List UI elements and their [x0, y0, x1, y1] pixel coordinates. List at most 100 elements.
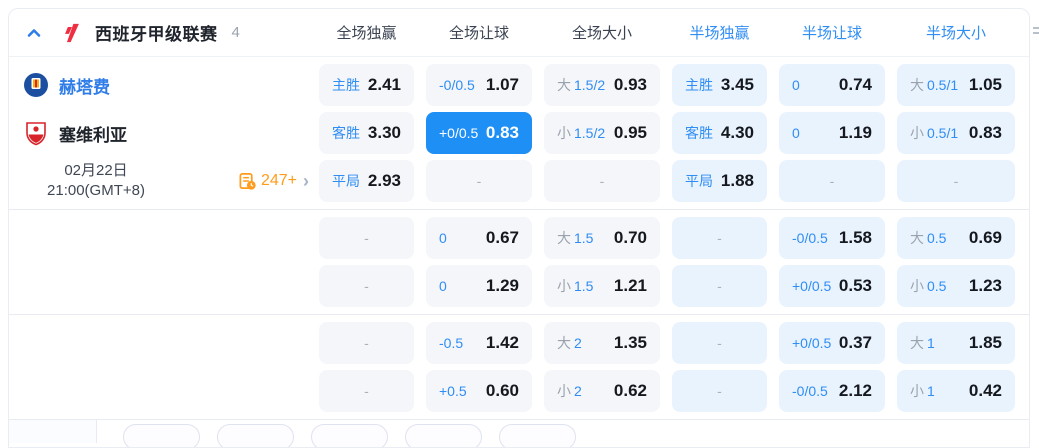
- home-team-row[interactable]: 赫塔费: [9, 64, 319, 106]
- odds-cell[interactable]: -: [672, 217, 767, 259]
- away-team-row[interactable]: 塞维利亚: [9, 112, 319, 154]
- odds-selection-label: 0.5/1: [927, 77, 959, 93]
- odds-section-alt2: - -0.5 1.42 大 2 1.35- +0/0.5 0.37 大 1 1.85- +0.5 0.6…: [9, 314, 1029, 419]
- odds-cell[interactable]: 大 1.5/2 0.93: [544, 64, 660, 106]
- odds-selection-label: -0.5: [439, 335, 464, 351]
- odds-cell[interactable]: 主胜 3.45: [672, 64, 767, 106]
- column-header-2[interactable]: 全场大小: [544, 22, 660, 43]
- odds-cell[interactable]: +0/0.5 0.53: [779, 265, 885, 307]
- odds-cell[interactable]: 小 1.5 1.21: [544, 265, 660, 307]
- odds-value: 1.58: [838, 228, 872, 247]
- odds-value: 1.29: [485, 276, 519, 295]
- market-tab-chip[interactable]: [217, 424, 294, 447]
- odds-selection-label: -0/0.5: [439, 77, 475, 93]
- odds-cell[interactable]: 小 1.5/2 0.95: [544, 112, 660, 154]
- odds-cell[interactable]: 客胜 3.30: [319, 112, 414, 154]
- market-tab-chip[interactable]: [499, 424, 576, 447]
- odds-value: 3.45: [720, 75, 754, 94]
- odds-cell[interactable]: 平局 2.93: [319, 160, 414, 202]
- odds-cell[interactable]: 大 0.5/1 1.05: [897, 64, 1015, 106]
- empty-odds-dash: -: [829, 173, 835, 189]
- odds-cell[interactable]: 小 0.5/1 0.83: [897, 112, 1015, 154]
- odds-cell[interactable]: 0 0.74: [779, 64, 885, 106]
- market-tab-chip[interactable]: [311, 424, 388, 447]
- odds-selection-label: 平局: [332, 173, 360, 189]
- odds-cell[interactable]: -: [544, 160, 660, 202]
- column-header-3[interactable]: 半场独赢: [672, 22, 767, 43]
- odds-cell[interactable]: -0/0.5 1.58: [779, 217, 885, 259]
- odds-selection-label: 0.5/1: [927, 125, 959, 141]
- odds-cell[interactable]: 大 1 1.85: [897, 322, 1015, 364]
- odds-selection-label: 1: [927, 383, 935, 399]
- handicap-prefix-label: 大: [557, 335, 571, 351]
- collapse-chevron-up-icon[interactable]: [25, 24, 43, 42]
- odds-cell[interactable]: 小 0.5 1.23: [897, 265, 1015, 307]
- footer-tabs-row: [9, 419, 1029, 447]
- odds-value: 0.62: [613, 381, 647, 400]
- odds-value: 0.37: [838, 333, 872, 352]
- odds-value: 1.05: [968, 75, 1002, 94]
- odds-value: 0.67: [485, 228, 519, 247]
- market-tab-chip[interactable]: [405, 424, 482, 447]
- odds-cell[interactable]: 0 1.29: [426, 265, 532, 307]
- column-header-4[interactable]: 半场让球: [779, 22, 885, 43]
- odds-selection-label: 0.5: [927, 230, 947, 246]
- odds-value: 0.69: [968, 228, 1002, 247]
- odds-cell[interactable]: 小 2 0.62: [544, 370, 660, 412]
- handicap-prefix-label: 大: [910, 335, 924, 351]
- odds-cell[interactable]: 大 2 1.35: [544, 322, 660, 364]
- odds-selection-label: 0: [792, 77, 800, 93]
- odds-cell[interactable]: -: [897, 160, 1015, 202]
- column-header-5[interactable]: 半场大小: [897, 22, 1015, 43]
- odds-cell[interactable]: -: [319, 370, 414, 412]
- odds-cell[interactable]: 平局 1.88: [672, 160, 767, 202]
- odds-cell[interactable]: +0.5 0.60: [426, 370, 532, 412]
- odds-grid-alt2: - -0.5 1.42 大 2 1.35- +0/0.5 0.37 大 1 1.85- +0.5 0.6…: [319, 322, 1015, 412]
- empty-odds-dash: -: [364, 278, 369, 294]
- odds-value: 1.07: [485, 75, 519, 94]
- market-tab-chip[interactable]: [123, 424, 200, 447]
- column-header-0[interactable]: 全场独赢: [319, 22, 414, 43]
- odds-selection-label: -0/0.5: [792, 230, 828, 246]
- odds-cell[interactable]: -: [672, 322, 767, 364]
- laliga-logo-icon: [65, 23, 79, 42]
- odds-cell[interactable]: -: [319, 265, 414, 307]
- odds-cell[interactable]: 0 0.67: [426, 217, 532, 259]
- odds-cell[interactable]: -: [426, 160, 532, 202]
- empty-odds-dash: -: [717, 335, 722, 351]
- odds-cell[interactable]: 主胜 2.41: [319, 64, 414, 106]
- match-time: 21:00(GMT+8): [47, 182, 145, 199]
- odds-selection-label: 2: [574, 383, 582, 399]
- league-match-count: 4: [231, 24, 240, 41]
- odds-cell[interactable]: -: [779, 160, 885, 202]
- clipped-next-column-peek: [1033, 24, 1039, 38]
- odds-cell[interactable]: -: [672, 370, 767, 412]
- league-header: 西班牙甲级联赛 4 全场独赢 全场让球 全场大小 半场独赢 半场让球 半场大小: [9, 9, 1029, 57]
- odds-selection-label: 0: [792, 125, 800, 141]
- market-tab-chips: [97, 420, 576, 447]
- odds-cell[interactable]: 大 0.5 0.69: [897, 217, 1015, 259]
- odds-value: 1.19: [838, 123, 872, 142]
- odds-value: 1.23: [968, 276, 1002, 295]
- odds-cell[interactable]: -0/0.5 2.12: [779, 370, 885, 412]
- odds-cell[interactable]: -: [319, 322, 414, 364]
- league-header-left: 西班牙甲级联赛 4: [9, 20, 319, 45]
- handicap-prefix-label: 大: [557, 230, 571, 246]
- odds-cell[interactable]: 0 1.19: [779, 112, 885, 154]
- section2-left-spacer: [9, 217, 319, 307]
- more-markets-link[interactable]: 247+ ›: [238, 172, 309, 191]
- odds-value: 1.88: [720, 171, 754, 190]
- odds-cell[interactable]: 客胜 4.30: [672, 112, 767, 154]
- odds-selection-label: 1.5: [574, 230, 594, 246]
- odds-cell-selected[interactable]: +0/0.5 0.83: [426, 112, 532, 154]
- column-header-1[interactable]: 全场让球: [426, 22, 532, 43]
- odds-cell[interactable]: 大 1.5 0.70: [544, 217, 660, 259]
- handicap-prefix-label: 小: [910, 125, 924, 141]
- odds-cell[interactable]: -: [319, 217, 414, 259]
- match-meta-row: 02月22日 21:00(GMT+8) 247+ ›: [9, 160, 319, 202]
- odds-cell[interactable]: +0/0.5 0.37: [779, 322, 885, 364]
- odds-cell[interactable]: -0/0.5 1.07: [426, 64, 532, 106]
- odds-cell[interactable]: -0.5 1.42: [426, 322, 532, 364]
- odds-cell[interactable]: -: [672, 265, 767, 307]
- odds-cell[interactable]: 小 1 0.42: [897, 370, 1015, 412]
